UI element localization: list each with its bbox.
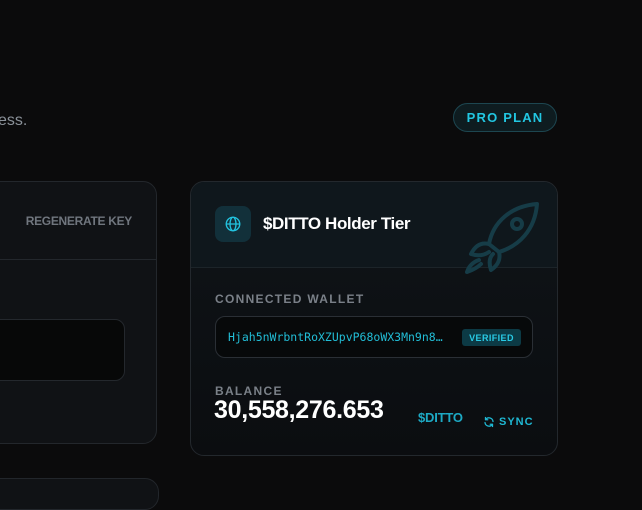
sync-label: SYNC — [499, 416, 534, 428]
connected-wallet-label: CONNECTED WALLET — [215, 292, 365, 306]
sync-icon — [484, 416, 494, 428]
tier-title: $DITTO Holder Tier — [263, 214, 411, 233]
holder-tier-card: $DITTO Holder Tier CONNECTED WALLET Hjah… — [190, 181, 558, 456]
api-key-card: REGENERATE KEY — [0, 181, 157, 444]
tier-card-header: $DITTO Holder Tier — [191, 182, 557, 274]
regenerate-key-button[interactable]: REGENERATE KEY — [26, 214, 133, 228]
balance-unit: $DITTO — [418, 410, 463, 425]
card-divider — [0, 259, 156, 260]
balance-value: 30,558,276.653 — [214, 396, 384, 424]
verified-badge: VERIFIED — [462, 329, 521, 346]
globe-icon — [215, 206, 251, 242]
plan-badge: PRO PLAN — [453, 103, 557, 132]
rocket-icon — [465, 202, 539, 274]
wallet-field[interactable]: Hjah5nWrbntRoXZUpvP68oWX3Mn9n8… VERIFIED — [215, 316, 533, 358]
page-subtitle: ess. — [0, 112, 28, 129]
next-card — [0, 478, 159, 510]
sync-button[interactable]: SYNC — [483, 416, 534, 428]
api-key-field[interactable] — [0, 319, 125, 381]
wallet-address: Hjah5nWrbntRoXZUpvP68oWX3Mn9n8… — [228, 330, 443, 344]
